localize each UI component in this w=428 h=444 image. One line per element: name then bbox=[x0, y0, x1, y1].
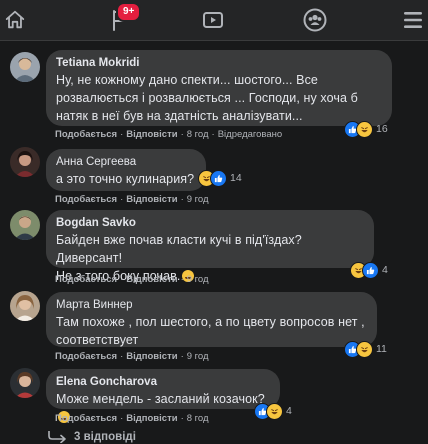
comment-time[interactable]: 9 год bbox=[187, 194, 209, 205]
like-link[interactable]: Подобається bbox=[55, 351, 117, 362]
avatar-image bbox=[10, 291, 40, 321]
comment-author[interactable]: Марта Виннер bbox=[56, 298, 367, 313]
comment-actions: Подобається · Відповісти · 9 год bbox=[55, 194, 209, 205]
reply-link[interactable]: Відповісти bbox=[126, 351, 177, 362]
reaction-count: 4 bbox=[382, 264, 388, 276]
comment-time[interactable]: 8 год bbox=[187, 413, 209, 424]
comment-actions: Подобається · Відповісти · 9 год bbox=[55, 351, 209, 362]
comment-line: Байден вже почав класти кучі в під'їздах… bbox=[56, 233, 302, 265]
comment-bubble: Анна Сергеева а это точно кулинария? bbox=[46, 149, 206, 191]
avatar[interactable] bbox=[10, 210, 40, 240]
reply-link[interactable]: Відповісти bbox=[126, 413, 177, 424]
like-reaction-icon bbox=[210, 169, 227, 187]
like-link[interactable]: Подобається bbox=[55, 274, 117, 285]
avatar[interactable] bbox=[10, 291, 40, 321]
reaction-count: 11 bbox=[376, 343, 387, 355]
avatar[interactable] bbox=[10, 52, 40, 82]
reaction-summary[interactable]: 16 bbox=[344, 120, 388, 138]
avatar[interactable] bbox=[10, 147, 40, 177]
reaction-summary[interactable]: 4 bbox=[350, 261, 388, 279]
comment-line: натяк в неї був на здатність аналізувати… bbox=[56, 109, 303, 123]
like-link[interactable]: Подобається bbox=[55, 413, 117, 424]
comment-time[interactable]: 9 год bbox=[187, 274, 209, 285]
comment-line: соответствует bbox=[56, 333, 139, 347]
comment-bubble: Tetiana Mokridi Ну, не кожному дано спек… bbox=[46, 50, 392, 126]
comment-author[interactable]: Tetiana Mokridi bbox=[56, 56, 382, 71]
like-link[interactable]: Подобається bbox=[55, 129, 117, 140]
comment-actions: Подобається · Відповісти · 8 год · Відредагова… bbox=[55, 129, 283, 140]
avatar-image bbox=[10, 147, 40, 177]
menu-icon bbox=[404, 12, 422, 28]
avatar-image bbox=[10, 52, 40, 82]
nav-watch-button[interactable] bbox=[190, 0, 236, 40]
reaction-summary[interactable]: 11 bbox=[344, 340, 387, 358]
reaction-count: 14 bbox=[230, 172, 242, 184]
reply-link[interactable]: Відповісти bbox=[126, 274, 177, 285]
comment-line: розвалюється і розвалюється ... Господи,… bbox=[56, 91, 358, 105]
home-icon bbox=[5, 10, 25, 29]
reaction-count: 4 bbox=[286, 405, 292, 417]
haha-reaction-icon bbox=[266, 402, 283, 420]
like-reaction-icon bbox=[362, 261, 379, 279]
notification-badge: 9+ bbox=[116, 2, 142, 22]
like-link[interactable]: Подобається bbox=[55, 194, 117, 205]
top-navigation-bar: 9+ bbox=[0, 0, 428, 41]
comment-actions: Подобається · Відповісти · 8 год bbox=[55, 413, 209, 424]
view-replies-link[interactable]: 3 відповіді bbox=[46, 431, 136, 443]
reaction-count: 16 bbox=[376, 123, 388, 135]
edited-label: Відредаговано bbox=[217, 129, 283, 140]
groups-icon bbox=[303, 8, 327, 32]
nav-home-button[interactable] bbox=[0, 0, 30, 40]
video-icon bbox=[203, 12, 223, 28]
nav-groups-button[interactable] bbox=[292, 0, 338, 40]
reaction-summary[interactable]: 4 bbox=[254, 402, 292, 420]
comment-line: Там похоже , пол шестого, а по цвету воп… bbox=[56, 315, 365, 329]
nav-menu-button[interactable] bbox=[398, 0, 428, 40]
haha-reaction-icon bbox=[356, 340, 373, 358]
comment-bubble: Elena Goncharova Може мендель - засланий… bbox=[46, 369, 280, 423]
avatar-image bbox=[10, 368, 40, 398]
comment-bubble: Bogdan Savko Байден вже почав класти куч… bbox=[46, 210, 374, 283]
reply-link[interactable]: Відповісти bbox=[126, 194, 177, 205]
reaction-summary[interactable]: 14 bbox=[198, 169, 242, 187]
avatar-image bbox=[10, 210, 40, 240]
comment-line: Ну, не кожному дано спекти... шостого...… bbox=[56, 73, 318, 87]
comment-author[interactable]: Анна Сергеева bbox=[56, 155, 196, 170]
comment-author[interactable]: Bogdan Savko bbox=[56, 216, 364, 231]
reply-arrow-icon bbox=[48, 431, 66, 443]
comment-author[interactable]: Elena Goncharova bbox=[56, 375, 270, 390]
avatar[interactable] bbox=[10, 368, 40, 398]
nav-pages-button[interactable]: 9+ bbox=[98, 0, 144, 40]
reply-link[interactable]: Відповісти bbox=[126, 129, 177, 140]
view-replies-label: 3 відповіді bbox=[74, 431, 136, 443]
comment-time[interactable]: 9 год bbox=[187, 351, 209, 362]
comment-actions: Подобається · Відповісти · 9 год bbox=[55, 274, 209, 285]
comment-time[interactable]: 8 год bbox=[187, 129, 209, 140]
haha-reaction-icon bbox=[356, 120, 373, 138]
comment-bubble: Марта Виннер Там похоже , пол шестого, а… bbox=[46, 292, 377, 347]
comment-line: а это точно кулинария? bbox=[56, 172, 195, 186]
